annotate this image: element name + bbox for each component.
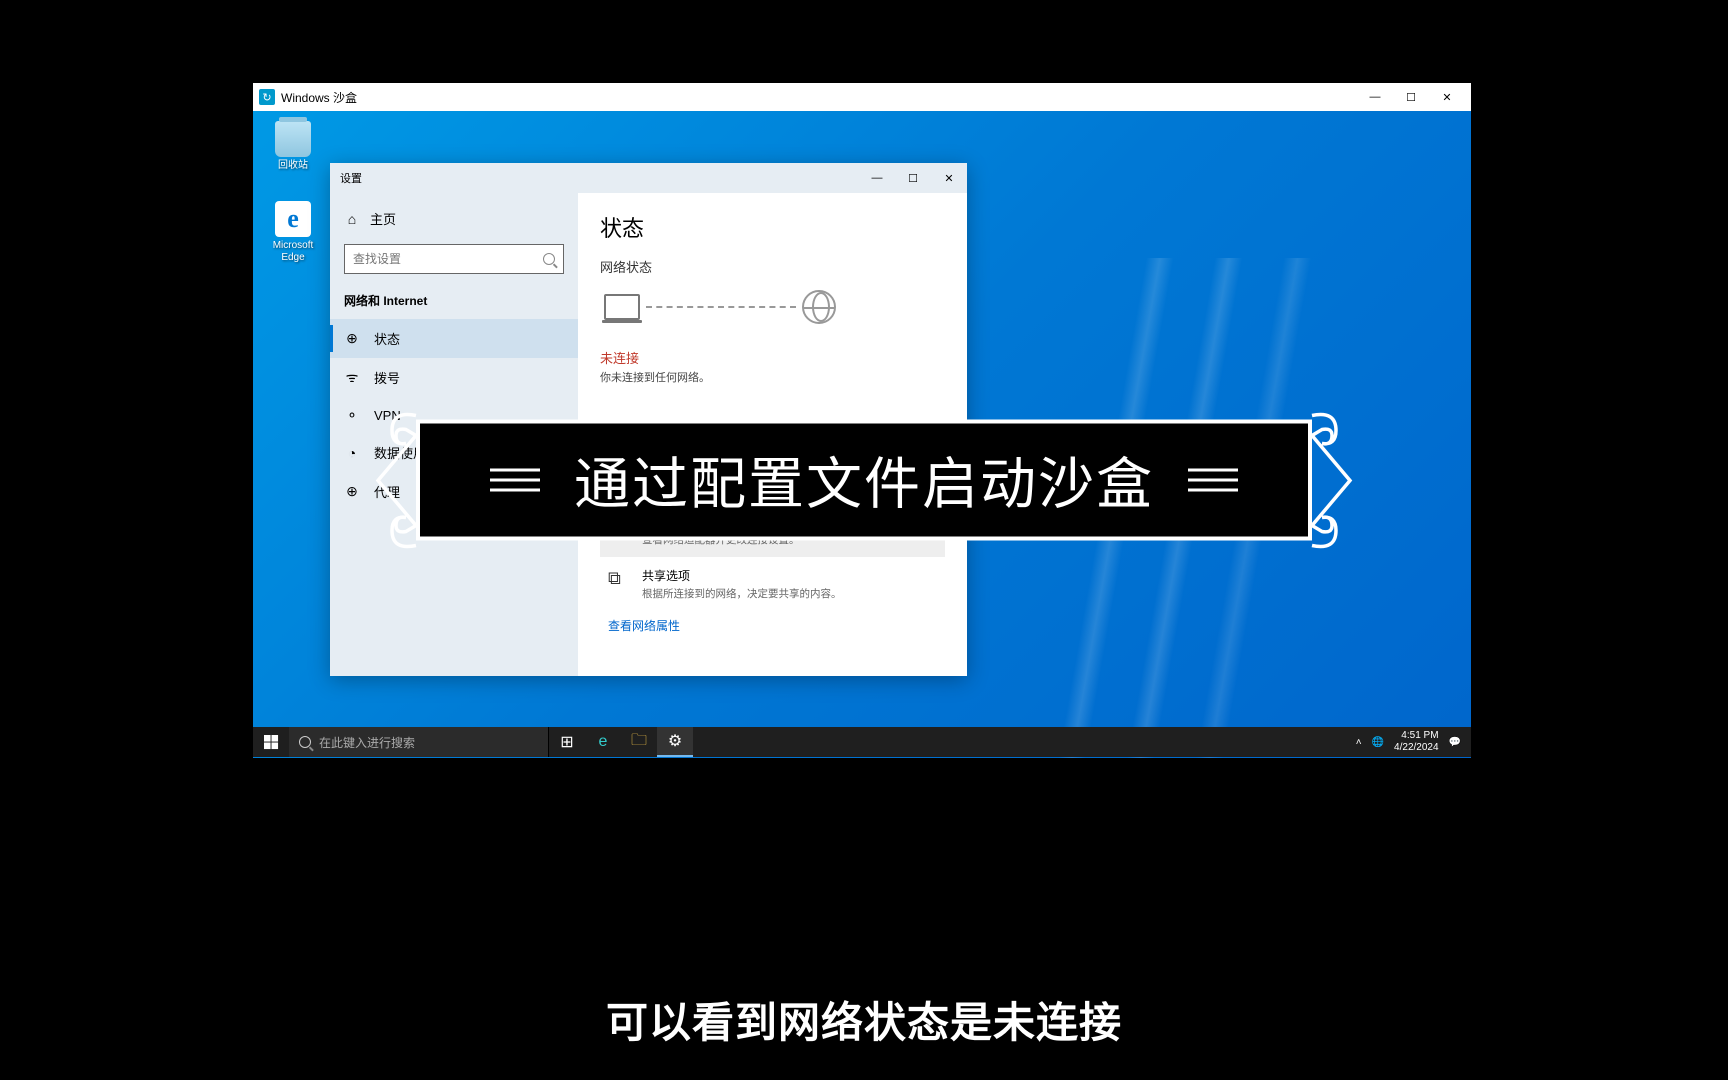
sidebar-item-label: 拨号 bbox=[374, 368, 400, 387]
taskbar-explorer-icon[interactable]: 🗀 bbox=[621, 727, 657, 757]
banner-text: 通过配置文件启动沙盒 bbox=[574, 440, 1154, 521]
edge-desktop-icon[interactable]: Microsoft Edge bbox=[265, 201, 321, 264]
vpn-icon: ⚬ bbox=[344, 407, 360, 423]
minimize-button[interactable]: — bbox=[1357, 83, 1393, 111]
connection-line-icon bbox=[646, 306, 796, 308]
view-network-properties-link[interactable]: 查看网络属性 bbox=[600, 611, 688, 640]
home-icon: ⌂ bbox=[344, 211, 360, 227]
edge-label: Microsoft Edge bbox=[265, 240, 321, 264]
host-titlebar: Windows 沙盒 — ☐ ✕ bbox=[253, 83, 1471, 111]
maximize-button[interactable]: ☐ bbox=[1393, 83, 1429, 111]
connection-status: 未连接 bbox=[600, 348, 945, 367]
settings-title: 设置 bbox=[340, 170, 859, 186]
task-view-button[interactable]: ⊞ bbox=[549, 727, 585, 757]
settings-minimize-button[interactable]: — bbox=[859, 163, 895, 193]
dialup-icon: ᯤ bbox=[344, 370, 360, 386]
sharing-options-row[interactable]: ⧉ 共享选项 根据所连接到的网络，决定要共享的内容。 bbox=[600, 557, 945, 611]
content-subheading: 网络状态 bbox=[600, 257, 945, 276]
status-icon: ⊕ bbox=[344, 331, 360, 347]
sidebar-item-status[interactable]: ⊕ 状态 bbox=[330, 319, 578, 358]
system-tray: ˄ 🌐 4:51 PM 4/22/2024 💬 bbox=[1346, 727, 1471, 757]
windows-logo-icon bbox=[264, 735, 279, 750]
banner-ornament-left bbox=[372, 405, 418, 555]
recycle-bin-glyph bbox=[275, 121, 311, 157]
taskbar: 在此键入进行搜索 ⊞ e 🗀 ⚙ ˄ 🌐 4:51 PM 4/22/2024 💬 bbox=[253, 727, 1471, 757]
video-subtitle: 可以看到网络状态是未连接 bbox=[606, 989, 1122, 1050]
recycle-bin-icon[interactable]: 回收站 bbox=[265, 121, 321, 172]
taskbar-settings-icon[interactable]: ⚙ bbox=[657, 727, 693, 757]
sidebar-search[interactable] bbox=[344, 244, 564, 274]
proxy-icon: ⊕ bbox=[344, 484, 360, 500]
connection-status-sub: 你未连接到任何网络。 bbox=[600, 369, 945, 385]
action-center-icon[interactable]: 💬 bbox=[1449, 737, 1461, 748]
banner-lines-left bbox=[490, 462, 540, 499]
edge-glyph bbox=[275, 201, 311, 237]
sharing-title: 共享选项 bbox=[642, 567, 937, 584]
content-heading: 状态 bbox=[600, 211, 945, 243]
sidebar-category: 网络和 Internet bbox=[330, 288, 578, 319]
clock-time: 4:51 PM bbox=[1394, 730, 1439, 742]
sharing-icon: ⧉ bbox=[608, 567, 630, 589]
sidebar-home-label: 主页 bbox=[370, 209, 396, 228]
tray-chevron-icon[interactable]: ˄ bbox=[1356, 737, 1362, 748]
network-diagram bbox=[600, 290, 945, 324]
tray-network-icon[interactable]: 🌐 bbox=[1372, 737, 1384, 748]
taskbar-edge-icon[interactable]: e bbox=[585, 727, 621, 757]
sidebar-item-dialup[interactable]: ᯤ 拨号 bbox=[330, 358, 578, 397]
close-button[interactable]: ✕ bbox=[1429, 83, 1465, 111]
recycle-bin-label: 回收站 bbox=[265, 160, 321, 172]
laptop-icon bbox=[604, 294, 640, 320]
globe-icon bbox=[802, 290, 836, 324]
settings-titlebar: 设置 — ☐ ✕ bbox=[330, 163, 967, 193]
start-button[interactable] bbox=[253, 727, 289, 757]
taskbar-clock[interactable]: 4:51 PM 4/22/2024 bbox=[1394, 730, 1439, 754]
overlay-banner: 通过配置文件启动沙盒 bbox=[416, 420, 1312, 541]
search-icon bbox=[543, 253, 555, 265]
search-icon bbox=[299, 736, 311, 748]
sidebar-item-label: 状态 bbox=[374, 329, 400, 348]
sandbox-icon bbox=[259, 89, 275, 105]
search-input[interactable] bbox=[353, 252, 543, 266]
banner-lines-right bbox=[1188, 462, 1238, 499]
clock-date: 4/22/2024 bbox=[1394, 742, 1439, 754]
taskbar-search-placeholder: 在此键入进行搜索 bbox=[319, 734, 415, 751]
sharing-sub: 根据所连接到的网络，决定要共享的内容。 bbox=[642, 586, 937, 601]
data-usage-icon: ◔ bbox=[344, 445, 360, 461]
settings-close-button[interactable]: ✕ bbox=[931, 163, 967, 193]
host-window-title: Windows 沙盒 bbox=[281, 89, 1357, 106]
banner-ornament-right bbox=[1310, 405, 1356, 555]
settings-maximize-button[interactable]: ☐ bbox=[895, 163, 931, 193]
sidebar-home[interactable]: ⌂ 主页 bbox=[330, 201, 578, 236]
taskbar-search[interactable]: 在此键入进行搜索 bbox=[289, 727, 549, 757]
